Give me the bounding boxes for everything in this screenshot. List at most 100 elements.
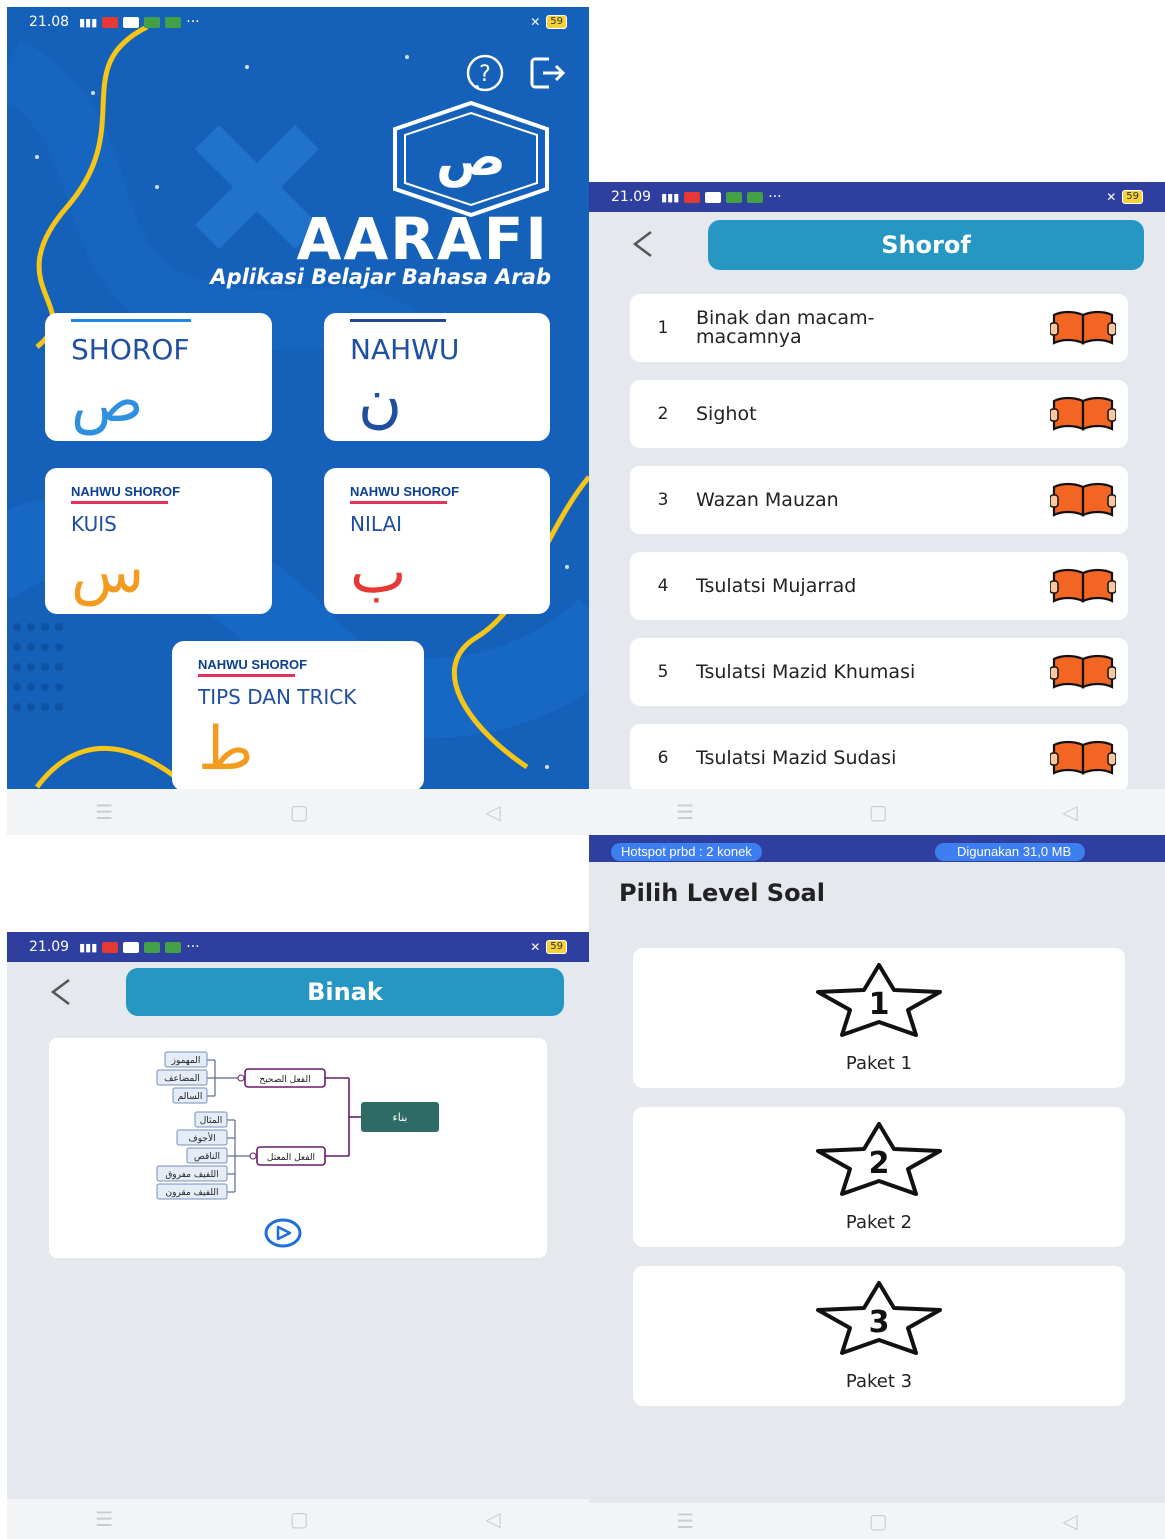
card-subtitle: NAHWU SHOROF bbox=[198, 657, 308, 672]
mute-icon: ✕ bbox=[1106, 190, 1117, 204]
paket-3-card[interactable]: 3 Paket 3 bbox=[633, 1266, 1125, 1406]
mute-icon: ✕ bbox=[530, 940, 541, 954]
lesson-item[interactable]: 1 Binak dan macam-macamnya bbox=[630, 294, 1128, 362]
lesson-label: Tsulatsi Mujarrad bbox=[696, 574, 857, 597]
notification-icons: ▮▮▮ ··· bbox=[79, 14, 200, 30]
lesson-number: 3 bbox=[657, 490, 669, 510]
battery-indicator: 59 bbox=[546, 940, 567, 954]
lesson-item[interactable]: 5 Tsulatsi Mazid Khumasi bbox=[630, 638, 1128, 706]
book-icon[interactable] bbox=[1038, 481, 1128, 519]
more-icon: ··· bbox=[186, 939, 200, 955]
system-nav-bar: ☰ ▢ ◁ bbox=[7, 789, 589, 835]
app-notification-icon bbox=[705, 191, 722, 203]
app-logo: ص bbox=[393, 100, 549, 218]
diagram-branch: الفعل الصحيح bbox=[259, 1075, 310, 1085]
app-notification-icon bbox=[102, 941, 119, 953]
diagram-leaf: الأجوف bbox=[188, 1132, 215, 1144]
svg-text:ص: ص bbox=[436, 128, 506, 188]
tips-card[interactable]: NAHWU SHOROF TIPS DAN TRICK ط bbox=[172, 641, 424, 791]
arabic-letter-nun: ن bbox=[358, 366, 403, 436]
diagram-leaf: المضاعف bbox=[164, 1074, 200, 1084]
diagram-leaf: اللفيف مفروق bbox=[165, 1170, 218, 1180]
logout-icon[interactable] bbox=[527, 53, 567, 93]
book-icon[interactable] bbox=[1038, 653, 1128, 691]
home-nav-icon[interactable]: ▢ bbox=[869, 800, 888, 824]
lesson-label: Wazan Mauzan bbox=[696, 488, 839, 511]
lesson-number: 2 bbox=[657, 404, 669, 424]
card-title: NAHWU bbox=[350, 333, 460, 366]
home-nav-icon[interactable]: ▢ bbox=[869, 1509, 888, 1533]
menu-nav-icon[interactable]: ☰ bbox=[676, 800, 694, 824]
home-nav-icon[interactable]: ▢ bbox=[290, 1507, 309, 1531]
app-brand-name: AARAFI bbox=[296, 205, 549, 273]
book-icon[interactable] bbox=[1038, 395, 1128, 433]
paket-number: 2 bbox=[869, 1146, 890, 1181]
lesson-label: Tsulatsi Mazid Sudasi bbox=[696, 746, 897, 769]
back-nav-icon[interactable]: ◁ bbox=[1062, 800, 1077, 824]
book-icon[interactable] bbox=[1038, 739, 1128, 777]
card-title: NILAI bbox=[350, 512, 403, 536]
page-title: Pilih Level Soal bbox=[619, 879, 825, 907]
back-nav-icon[interactable]: ◁ bbox=[1062, 1509, 1077, 1533]
svg-text:?: ? bbox=[479, 62, 491, 87]
shorof-card[interactable]: SHOROF ص bbox=[45, 313, 272, 441]
menu-nav-icon[interactable]: ☰ bbox=[95, 800, 113, 824]
system-nav-bar: ☰ ▢ ◁ bbox=[589, 1503, 1165, 1539]
diagram-root: بناء bbox=[393, 1111, 408, 1124]
paket-label: Paket 2 bbox=[845, 1212, 913, 1233]
kuis-card[interactable]: NAHWU SHOROF KUIS س bbox=[45, 468, 272, 614]
status-time: 21.08 bbox=[29, 14, 70, 30]
diagram-leaf: الناقص bbox=[194, 1152, 220, 1162]
system-nav-bar: ☰ ▢ ◁ bbox=[7, 1499, 589, 1539]
arabic-letter-sad: ص bbox=[71, 366, 144, 436]
battery-indicator: 59 bbox=[1122, 190, 1143, 204]
back-button[interactable] bbox=[45, 972, 75, 1016]
notification-icons: ▮▮▮ ··· bbox=[79, 939, 200, 955]
status-bar: Hotspot prbd : 2 konek Digunakan 31,0 MB bbox=[589, 835, 1165, 862]
paket-1-card[interactable]: 1 Paket 1 bbox=[633, 948, 1125, 1088]
nahwu-card[interactable]: NAHWU ن bbox=[324, 313, 550, 441]
back-nav-icon[interactable]: ◁ bbox=[485, 800, 500, 824]
lesson-item[interactable]: 6 Tsulatsi Mazid Sudasi bbox=[630, 724, 1128, 792]
diagram-leaf: اللفيف مقرون bbox=[166, 1188, 219, 1198]
back-button[interactable] bbox=[627, 224, 657, 273]
binak-diagram-card: المهموز المضاعف السالم المثال الأجوف الن… bbox=[49, 1038, 547, 1258]
home-nav-icon[interactable]: ▢ bbox=[290, 800, 309, 824]
star-icon: 2 bbox=[816, 1122, 942, 1196]
data-usage-chip: Digunakan 31,0 MB bbox=[935, 843, 1086, 861]
menu-nav-icon[interactable]: ☰ bbox=[95, 1507, 113, 1531]
hotspot-chip: Hotspot prbd : 2 konek bbox=[611, 843, 762, 861]
app-notification-icon bbox=[144, 941, 161, 953]
nilai-card[interactable]: NAHWU SHOROF NILAI ب bbox=[324, 468, 550, 614]
binak-screen: 21.09 ▮▮▮ ··· ✕ 59 Binak المهموز المضاعف… bbox=[7, 932, 589, 1539]
paket-label: Paket 1 bbox=[845, 1053, 913, 1074]
system-nav-bar: ☰ ▢ ◁ bbox=[589, 789, 1165, 835]
status-bar: 21.09 ▮▮▮ ··· ✕ 59 bbox=[7, 932, 589, 962]
arabic-letter-sin: س bbox=[71, 537, 145, 607]
status-time: 21.09 bbox=[611, 189, 652, 205]
notification-icons: ▮▮▮ ··· bbox=[661, 189, 782, 205]
status-time: 21.09 bbox=[29, 939, 70, 955]
diagram-branch: الفعل المعتل bbox=[267, 1153, 315, 1163]
play-circle-icon[interactable] bbox=[264, 1218, 302, 1248]
page-title: Shorof bbox=[708, 220, 1144, 270]
paket-number: 3 bbox=[869, 1305, 890, 1340]
app-notification-icon bbox=[165, 16, 182, 28]
shorof-screen: 21.09 ▮▮▮ ··· ✕ 59 Shorof 1 Binak dan mac… bbox=[589, 182, 1165, 835]
back-nav-icon[interactable]: ◁ bbox=[485, 1507, 500, 1531]
book-icon[interactable] bbox=[1038, 309, 1128, 347]
paket-number: 1 bbox=[869, 987, 890, 1022]
arabic-letter-tha: ط bbox=[198, 714, 254, 784]
lesson-item[interactable]: 4 Tsulatsi Mujarrad bbox=[630, 552, 1128, 620]
diagram-leaf: المثال bbox=[200, 1116, 222, 1126]
paket-2-card[interactable]: 2 Paket 2 bbox=[633, 1107, 1125, 1247]
lesson-item[interactable]: 2 Sighot bbox=[630, 380, 1128, 448]
diagram-leaf: السالم bbox=[178, 1092, 203, 1102]
lesson-label: Sighot bbox=[696, 402, 757, 425]
lesson-label: Tsulatsi Mazid Khumasi bbox=[696, 660, 916, 683]
lesson-item[interactable]: 3 Wazan Mauzan bbox=[630, 466, 1128, 534]
signal-icon: ▮▮▮ bbox=[661, 190, 680, 204]
book-icon[interactable] bbox=[1038, 567, 1128, 605]
help-circle-icon[interactable]: ? bbox=[465, 53, 505, 93]
menu-nav-icon[interactable]: ☰ bbox=[676, 1509, 694, 1533]
